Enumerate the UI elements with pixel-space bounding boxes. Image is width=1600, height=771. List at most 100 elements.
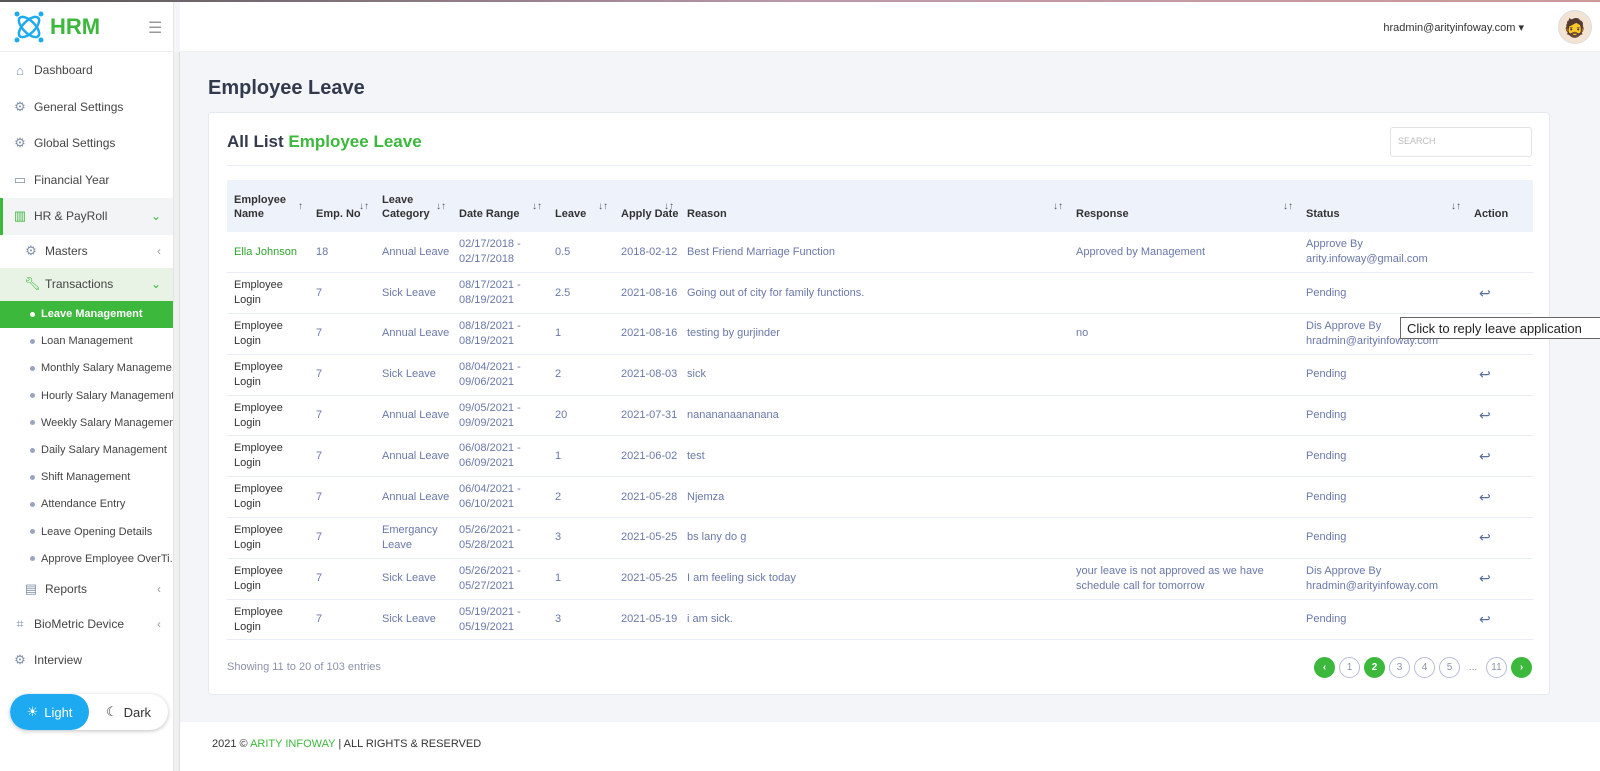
column-header[interactable]: Date Range ↓↑ bbox=[452, 180, 548, 232]
reply-icon[interactable]: ↩ bbox=[1479, 489, 1491, 505]
sidebar-item-interview[interactable]: ⚙ Interview bbox=[0, 642, 173, 679]
page-button[interactable]: 2 bbox=[1364, 657, 1385, 678]
cell-leave: 3 bbox=[548, 517, 614, 559]
cell-reason: i am sick. bbox=[680, 599, 1069, 641]
sidebar-subitem[interactable]: Hourly Salary Management bbox=[0, 382, 173, 409]
sort-icon[interactable]: ↓↑ bbox=[532, 200, 542, 214]
cell-response bbox=[1069, 599, 1299, 641]
sidebar-subitem[interactable]: Loan Management bbox=[0, 328, 173, 355]
cell-apply-date: 2021-08-16 bbox=[614, 313, 680, 355]
sidebar-subitem[interactable]: Leave Opening Details bbox=[0, 518, 173, 545]
reply-icon[interactable]: ↩ bbox=[1479, 407, 1491, 423]
sidebar-item-global-settings[interactable]: ⚙ Global Settings bbox=[0, 125, 173, 162]
sort-icon[interactable]: ↓↑ bbox=[436, 200, 446, 214]
sort-icon[interactable]: ↓↑ bbox=[1053, 200, 1063, 214]
bullet-icon bbox=[30, 420, 35, 426]
action-cell: ↩ bbox=[1467, 476, 1533, 519]
reply-icon[interactable]: ↩ bbox=[1479, 448, 1491, 464]
calendar-icon: ▭ bbox=[13, 171, 27, 187]
sort-icon[interactable]: ↓↑ bbox=[1283, 200, 1293, 214]
theme-toggle[interactable]: ☀ Light ☾ Dark bbox=[10, 694, 168, 730]
sidebar-item-reports[interactable]: ▤ Reports ‹ bbox=[0, 572, 173, 605]
page-button[interactable]: 3 bbox=[1389, 657, 1410, 678]
column-header[interactable]: Employee Name ↑ bbox=[227, 180, 309, 232]
card-title: All List Employee Leave bbox=[227, 132, 422, 152]
bullet-icon bbox=[30, 529, 35, 535]
cell-status: Pending bbox=[1299, 354, 1467, 396]
sidebar-scrollbar[interactable] bbox=[174, 52, 180, 771]
column-header[interactable]: Reason ↓↑ bbox=[680, 180, 1069, 232]
sort-icon[interactable]: ↓↑ bbox=[598, 200, 608, 214]
sort-icon[interactable]: ↓↑ bbox=[1451, 200, 1461, 214]
sidebar-item-masters[interactable]: ⚙ Masters ‹ bbox=[0, 235, 173, 268]
cell-apply-date: 2021-05-25 bbox=[614, 517, 680, 559]
next-page-button[interactable]: › bbox=[1511, 657, 1532, 678]
sidebar-subitem[interactable]: Leave Management bbox=[0, 300, 173, 328]
logo-icon bbox=[14, 11, 44, 42]
column-header[interactable]: Action bbox=[1467, 180, 1533, 232]
column-header[interactable]: Leave Category ↓↑ bbox=[375, 180, 452, 232]
table-row: Employee Login 7 Sick Leave 05/19/2021 - 05… bbox=[227, 599, 1533, 641]
sidebar-subitem[interactable]: Approve Employee OverTi... bbox=[0, 545, 173, 572]
light-mode-button[interactable]: ☀ Light bbox=[10, 694, 89, 730]
reply-icon[interactable]: ↩ bbox=[1479, 529, 1491, 545]
card-title-accent: Employee Leave bbox=[288, 132, 422, 151]
cell-apply-date: 2021-05-19 bbox=[614, 599, 680, 641]
dark-mode-button[interactable]: ☾ Dark bbox=[89, 694, 168, 730]
cell-leave-category: Sick Leave bbox=[375, 558, 452, 600]
sidebar-item-label: Financial Year bbox=[34, 172, 110, 187]
footer-brand[interactable]: ARITY INFOWAY bbox=[250, 738, 335, 750]
sidebar-item-label: Dashboard bbox=[34, 63, 93, 78]
sidebar-item-label: Transactions bbox=[45, 277, 114, 291]
sort-icon[interactable]: ↑ bbox=[298, 200, 303, 214]
column-header[interactable]: Emp. No ↓↑ bbox=[309, 180, 375, 232]
sidebar-subitem[interactable]: Weekly Salary Management bbox=[0, 409, 173, 436]
cell-reason: Going out of city for family functions. bbox=[680, 272, 1069, 315]
sidebar-item-hr-payroll[interactable]: ▥ HR & PayRoll ⌄ bbox=[0, 198, 173, 235]
bullet-icon bbox=[30, 556, 35, 562]
reply-icon[interactable]: ↩ bbox=[1479, 285, 1491, 301]
cell-apply-date: 2018-02-12 bbox=[614, 232, 680, 274]
bullet-icon bbox=[30, 474, 35, 480]
chevron-left-icon: ‹ bbox=[157, 581, 161, 596]
reply-icon[interactable]: ↩ bbox=[1479, 570, 1491, 586]
column-header[interactable]: Response ↓↑ bbox=[1069, 180, 1299, 232]
column-header[interactable]: Apply Date ↓↑ bbox=[614, 180, 680, 232]
search-input[interactable]: SEARCH bbox=[1390, 127, 1532, 157]
page-button[interactable]: 5 bbox=[1439, 657, 1460, 678]
menu-toggle-icon[interactable]: ☰ bbox=[148, 18, 162, 38]
sidebar-item-financial-year[interactable]: ▭ Financial Year bbox=[0, 162, 173, 199]
sidebar-item-transactions[interactable]: 🔧︎ Transactions ⌄ bbox=[0, 267, 173, 301]
column-header[interactable]: Status ↓↑ bbox=[1299, 180, 1467, 232]
home-icon: ⌂ bbox=[16, 62, 24, 78]
sidebar-subitem[interactable]: Monthly Salary Manageme... bbox=[0, 355, 173, 382]
cell-reason: nanananaananana bbox=[680, 395, 1069, 437]
table-row: Employee Login 7 Sick Leave 08/17/2021 - 08… bbox=[227, 272, 1533, 315]
reply-icon[interactable]: ↩ bbox=[1479, 366, 1491, 382]
sidebar-item-general-settings[interactable]: ⚙ General Settings bbox=[0, 89, 173, 126]
sidebar-subitem-label: Daily Salary Management bbox=[41, 444, 167, 457]
sort-icon[interactable]: ↓↑ bbox=[359, 200, 369, 214]
cell-employee-name[interactable]: Ella Johnson bbox=[227, 232, 309, 274]
sidebar-subitem[interactable]: Shift Management bbox=[0, 464, 173, 491]
pagination: ‹ 1 2 3 4 5... 11 › bbox=[1314, 657, 1532, 678]
header-label: Employee Name bbox=[234, 194, 286, 220]
page-button[interactable]: 4 bbox=[1414, 657, 1435, 678]
sidebar-item-dashboard[interactable]: ⌂ Dashboard bbox=[0, 52, 173, 89]
page-button[interactable]: 11 bbox=[1486, 657, 1507, 678]
sidebar-subitem[interactable]: Attendance Entry bbox=[0, 491, 173, 518]
sidebar-subitem[interactable]: Daily Salary Management bbox=[0, 436, 173, 463]
sidebar-item-biometric-device[interactable]: ⌗ BioMetric Device ‹ bbox=[0, 605, 173, 642]
cell-leave: 2 bbox=[548, 354, 614, 396]
sidebar-subitem-label: Weekly Salary Management bbox=[41, 416, 173, 429]
cell-response bbox=[1069, 517, 1299, 559]
cell-employee-name: Employee Login bbox=[227, 558, 309, 600]
prev-page-button[interactable]: ‹ bbox=[1314, 657, 1335, 678]
sort-icon[interactable]: ↓↑ bbox=[664, 200, 674, 214]
cell-emp-no: 18 bbox=[309, 232, 375, 274]
avatar[interactable]: 🧔 bbox=[1558, 10, 1592, 44]
user-menu[interactable]: hradmin@arityinfoway.com ▾ bbox=[1383, 21, 1524, 34]
column-header[interactable]: Leave ↓↑ bbox=[548, 180, 614, 232]
reply-icon[interactable]: ↩ bbox=[1479, 611, 1491, 627]
page-button[interactable]: 1 bbox=[1339, 657, 1360, 678]
